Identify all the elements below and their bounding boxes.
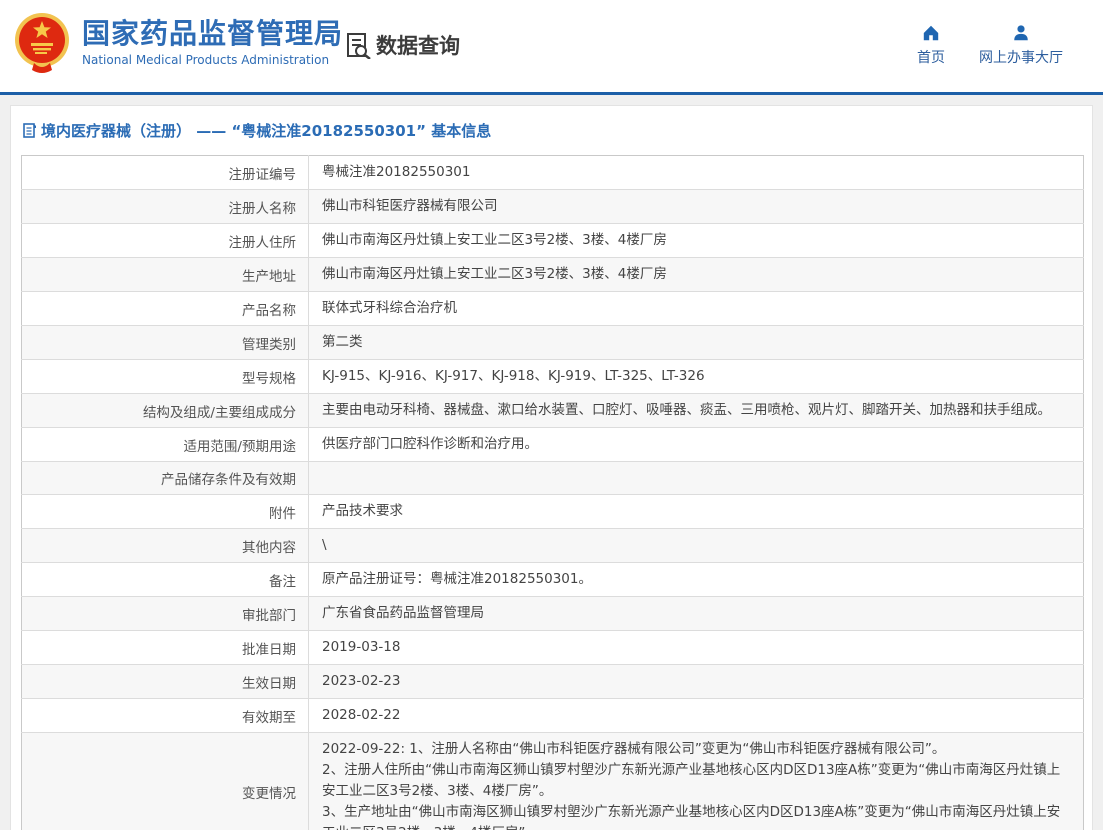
row-value: 2022-09-22: 1、注册人名称由“佛山市科钜医疗器械有限公司”变更为“佛… (309, 733, 1084, 830)
page-title-row: 境内医疗器械（注册） —— “粤械注准20182550301” 基本信息 (11, 106, 1092, 153)
row-label: 产品名称 (22, 292, 309, 326)
row-label: 生效日期 (22, 665, 309, 699)
row-value: 产品技术要求 (309, 495, 1084, 529)
logo-text: 国家药品监督管理局 National Medical Products Admi… (82, 18, 343, 67)
row-label: 其他内容 (22, 529, 309, 563)
row-label: 备注 (22, 563, 309, 597)
row-label: 变更情况 (22, 733, 309, 830)
home-icon (922, 24, 940, 42)
china-national-emblem-icon (14, 11, 70, 73)
content-panel: 境内医疗器械（注册） —— “粤械注准20182550301” 基本信息 注册证… (10, 105, 1093, 830)
person-icon (1012, 24, 1030, 42)
table-row: 备注原产品注册证号：粤械注准20182550301。 (22, 563, 1084, 597)
table-row: 批准日期2019-03-18 (22, 631, 1084, 665)
table-row: 变更情况2022-09-22: 1、注册人名称由“佛山市科钜医疗器械有限公司”变… (22, 733, 1084, 830)
table-row: 有效期至2028-02-22 (22, 699, 1084, 733)
registration-info-table: 注册证编号粤械注准20182550301注册人名称佛山市科钜医疗器械有限公司注册… (21, 155, 1084, 830)
site-subtitle: National Medical Products Administration (82, 53, 343, 67)
row-label: 附件 (22, 495, 309, 529)
row-value: 第二类 (309, 326, 1084, 360)
nav-online-hall[interactable]: 网上办事大厅 (979, 24, 1063, 67)
site-title: 国家药品监督管理局 (82, 18, 343, 50)
row-label: 适用范围/预期用途 (22, 428, 309, 462)
row-value: KJ-915、KJ-916、KJ-917、KJ-918、KJ-919、LT-32… (309, 360, 1084, 394)
row-value: 2028-02-22 (309, 699, 1084, 733)
row-label: 注册人住所 (22, 224, 309, 258)
row-label: 管理类别 (22, 326, 309, 360)
row-value: 2019-03-18 (309, 631, 1084, 665)
document-search-icon (345, 32, 372, 59)
table-row: 生效日期2023-02-23 (22, 665, 1084, 699)
table-row: 生产地址佛山市南海区丹灶镇上安工业二区3号2楼、3楼、4楼厂房 (22, 258, 1084, 292)
document-icon (23, 123, 37, 138)
table-row: 注册人住所佛山市南海区丹灶镇上安工业二区3号2楼、3楼、4楼厂房 (22, 224, 1084, 258)
table-row: 其他内容\ (22, 529, 1084, 563)
row-label: 产品储存条件及有效期 (22, 462, 309, 495)
table-row: 产品名称联体式牙科综合治疗机 (22, 292, 1084, 326)
row-value: 原产品注册证号：粤械注准20182550301。 (309, 563, 1084, 597)
row-value: 佛山市科钜医疗器械有限公司 (309, 190, 1084, 224)
table-row: 审批部门广东省食品药品监督管理局 (22, 597, 1084, 631)
row-value: 联体式牙科综合治疗机 (309, 292, 1084, 326)
row-value: 佛山市南海区丹灶镇上安工业二区3号2楼、3楼、4楼厂房 (309, 224, 1084, 258)
table-row: 附件产品技术要求 (22, 495, 1084, 529)
table-row: 结构及组成/主要组成成分主要由电动牙科椅、器械盘、漱口给水装置、口腔灯、吸唾器、… (22, 394, 1084, 428)
row-value: 主要由电动牙科椅、器械盘、漱口给水装置、口腔灯、吸唾器、痰盂、三用喷枪、观片灯、… (309, 394, 1084, 428)
site-logo[interactable]: 国家药品监督管理局 National Medical Products Admi… (14, 11, 343, 73)
table-row: 管理类别第二类 (22, 326, 1084, 360)
data-query-label: 数据查询 (376, 30, 460, 60)
row-value: 佛山市南海区丹灶镇上安工业二区3号2楼、3楼、4楼厂房 (309, 258, 1084, 292)
row-label: 审批部门 (22, 597, 309, 631)
row-value: \ (309, 529, 1084, 563)
nav-home-label: 首页 (917, 47, 945, 67)
row-label: 结构及组成/主要组成成分 (22, 394, 309, 428)
row-label: 注册人名称 (22, 190, 309, 224)
row-value: 供医疗部门口腔科作诊断和治疗用。 (309, 428, 1084, 462)
table-row: 注册证编号粤械注准20182550301 (22, 156, 1084, 190)
table-row: 注册人名称佛山市科钜医疗器械有限公司 (22, 190, 1084, 224)
top-header: 国家药品监督管理局 National Medical Products Admi… (0, 0, 1103, 95)
row-label: 型号规格 (22, 360, 309, 394)
info-table-body: 注册证编号粤械注准20182550301注册人名称佛山市科钜医疗器械有限公司注册… (22, 156, 1084, 830)
row-label: 批准日期 (22, 631, 309, 665)
nav-home[interactable]: 首页 (917, 24, 945, 67)
row-value (309, 462, 1084, 495)
row-label: 生产地址 (22, 258, 309, 292)
nav-online-hall-label: 网上办事大厅 (979, 47, 1063, 67)
table-row: 产品储存条件及有效期 (22, 462, 1084, 495)
row-value: 2023-02-23 (309, 665, 1084, 699)
row-label: 有效期至 (22, 699, 309, 733)
data-query-section[interactable]: 数据查询 (345, 30, 460, 60)
page-title: 境内医疗器械（注册） —— “粤械注准20182550301” 基本信息 (41, 120, 491, 141)
row-value: 粤械注准20182550301 (309, 156, 1084, 190)
table-row: 适用范围/预期用途供医疗部门口腔科作诊断和治疗用。 (22, 428, 1084, 462)
table-row: 型号规格KJ-915、KJ-916、KJ-917、KJ-918、KJ-919、L… (22, 360, 1084, 394)
row-label: 注册证编号 (22, 156, 309, 190)
row-value: 广东省食品药品监督管理局 (309, 597, 1084, 631)
top-nav: 首页 网上办事大厅 (917, 24, 1063, 67)
